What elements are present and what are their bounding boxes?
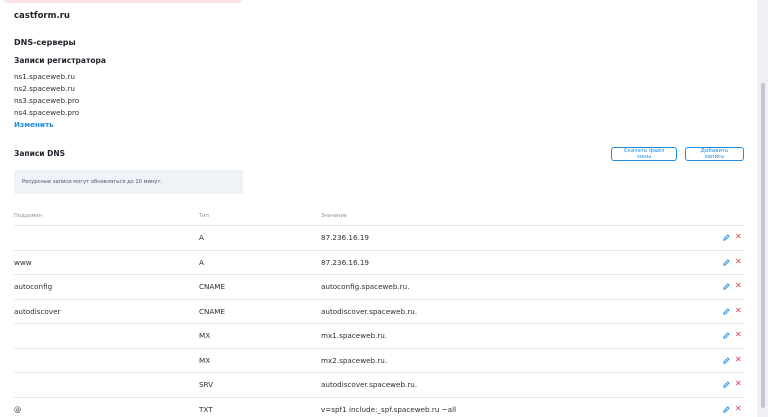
pencil-icon[interactable]: [723, 283, 730, 290]
pencil-icon[interactable]: [723, 308, 730, 315]
column-header-type: Тип: [199, 213, 209, 219]
cell-type: A: [199, 257, 204, 267]
column-header-value: Значение: [321, 213, 348, 219]
table-row: MX mx1.spaceweb.ru. ✕: [14, 323, 744, 348]
edit-nameservers-link[interactable]: Изменить: [14, 120, 54, 129]
cell-subdomain: autoconfig: [14, 282, 53, 291]
cell-value: autodiscover.spaceweb.ru.: [321, 306, 418, 316]
pencil-icon[interactable]: [723, 357, 730, 364]
domain-title: castform.ru: [14, 11, 70, 21]
cell-value: mx2.spaceweb.ru.: [321, 355, 388, 365]
cell-type: MX: [199, 331, 211, 340]
pencil-icon[interactable]: [723, 332, 730, 339]
cell-subdomain: @: [14, 404, 22, 414]
close-icon[interactable]: ✕: [735, 330, 742, 340]
table-row: autoconfig CNAME autoconfig.spaceweb.ru. ✕: [14, 274, 744, 299]
cell-type: SRV: [199, 380, 214, 389]
scrollbar-thumb[interactable]: [761, 83, 765, 408]
pencil-icon[interactable]: [723, 259, 730, 266]
table-row: www A 87.236.16.19 ✕: [14, 249, 744, 275]
close-icon[interactable]: ✕: [735, 379, 742, 389]
cell-type: A: [199, 233, 204, 242]
close-icon[interactable]: ✕: [735, 232, 742, 242]
pencil-icon[interactable]: [723, 406, 730, 413]
update-notice-text: Ресурсные записи могут обновляться до 10…: [22, 179, 163, 185]
cell-subdomain: autodiscover: [14, 306, 61, 316]
cell-type: TXT: [199, 404, 213, 414]
nameserver-item: ns4.spaceweb.pro: [14, 108, 80, 117]
cell-value: 87.236.16.19: [321, 233, 370, 242]
cell-subdomain: www: [14, 257, 32, 267]
nameserver-item: ns2.spaceweb.ru: [14, 84, 75, 93]
dns-records-table: A 87.236.16.19 ✕ www A 87.236.16.19 ✕ autoconfi…: [14, 225, 744, 417]
update-notice: Ресурсные записи могут обновляться до 10…: [14, 170, 243, 194]
pencil-icon[interactable]: [723, 381, 730, 388]
nameserver-item: ns3.spaceweb.pro: [14, 96, 80, 105]
cell-value: autoconfig.spaceweb.ru.: [321, 282, 410, 291]
cell-type: MX: [199, 355, 211, 365]
dns-records-heading: Записи DNS: [14, 149, 66, 158]
column-header-subdomain: Поддомен: [14, 213, 42, 219]
close-icon[interactable]: ✕: [735, 306, 742, 316]
table-row: MX mx2.spaceweb.ru. ✕: [14, 347, 744, 373]
registrar-records-heading: Записи регистратора: [14, 56, 106, 65]
dns-settings-panel: castform.ru DNS-серверы Записи регистрат…: [0, 0, 757, 417]
table-row: SRV autodiscover.spaceweb.ru. ✕: [14, 372, 744, 397]
cell-type: CNAME: [199, 306, 226, 316]
cell-value: 87.236.16.19: [321, 257, 370, 267]
dns-servers-heading: DNS-серверы: [14, 38, 76, 47]
cell-value: mx1.spaceweb.ru.: [321, 331, 388, 340]
nameserver-list: ns1.spaceweb.ru ns2.spaceweb.ru ns3.spac…: [14, 71, 79, 119]
alert-strip: [4, 0, 242, 3]
download-zone-button[interactable]: Скачать файл зоны: [611, 147, 677, 161]
table-row: A 87.236.16.19 ✕: [14, 225, 744, 250]
close-icon[interactable]: ✕: [735, 355, 742, 365]
cell-value: autodiscover.spaceweb.ru.: [321, 380, 418, 389]
add-record-button[interactable]: Добавить запись: [685, 147, 744, 161]
cell-value: v=spf1 include:_spf.spaceweb.ru ~all: [321, 404, 457, 414]
table-row: @ TXT v=spf1 include:_spf.spaceweb.ru ~all…: [14, 396, 744, 417]
close-icon[interactable]: ✕: [735, 404, 742, 414]
nameserver-item: ns1.spaceweb.ru: [14, 72, 75, 81]
close-icon[interactable]: ✕: [735, 257, 742, 267]
cell-type: CNAME: [199, 282, 226, 291]
pencil-icon[interactable]: [723, 234, 730, 241]
close-icon[interactable]: ✕: [735, 281, 742, 291]
table-row: autodiscover CNAME autodiscover.spaceweb.r…: [14, 298, 744, 324]
